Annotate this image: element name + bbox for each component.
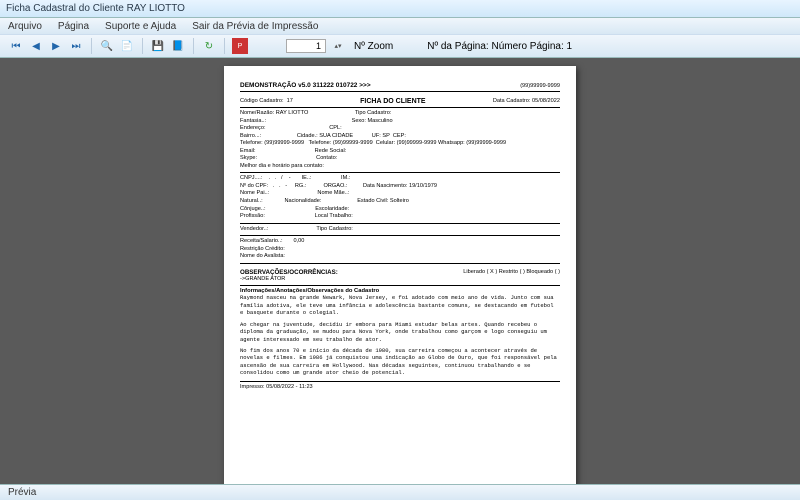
doc-icon[interactable]: 📘 (170, 38, 186, 54)
menu-pagina[interactable]: Página (50, 21, 97, 32)
preview-page: DEMONSTRAÇÃO v5.0 311222 010722 >>> (99)… (224, 66, 576, 484)
refresh-icon[interactable]: ↻ (201, 38, 217, 54)
status-text: Prévia (8, 487, 36, 498)
field-receita: Receita/Salario..: 0,00 (240, 238, 560, 246)
data-cadastro: Data Cadastro: 05/08/2022 (493, 98, 560, 105)
codigo-label: Código Cadastro: (240, 98, 284, 104)
codigo-value: 17 (287, 98, 293, 104)
obs-sub: ->GRANDE ATOR (240, 276, 560, 284)
ficha-title: FICHA DO CLIENTE (360, 98, 425, 105)
separator (91, 38, 92, 54)
obs-flags: Liberado ( X ) Restrito ( ) Bloqueado ( … (463, 269, 560, 276)
field-nome: Nome/Razão: RAY LIOTTO Tipo Cadastro: (240, 110, 560, 118)
print-preview-viewer: DEMONSTRAÇÃO v5.0 311222 010722 >>> (99)… (0, 58, 800, 484)
copy-icon[interactable]: 📄 (119, 38, 135, 54)
zoom-label: Nº Zoom (354, 41, 393, 52)
prev-page-icon[interactable]: ◀ (28, 38, 44, 54)
save-icon[interactable]: 💾 (150, 38, 166, 54)
doc-header-phone: (99)99999-9999 (520, 83, 560, 89)
field-cnpj: CNPJ....: . . / - IE..: IM.: (240, 175, 560, 183)
field-restricao: Restrição Crédito: (240, 246, 560, 254)
obs-title: OBSERVAÇÕES/OCORRÊNCIAS: (240, 269, 338, 276)
menu-sair[interactable]: Sair da Prévia de Impressão (184, 21, 326, 32)
field-fantasia: Fantasia..: Sexo: Masculino (240, 118, 560, 126)
paragraph-1: Raymond nasceu na grande Newark, Nova Je… (240, 294, 560, 316)
menubar: Arquivo Página Suporte e Ajuda Sair da P… (0, 18, 800, 34)
field-bairro: Bairro...: Cidade.: SUA CIDADE UF: SP CE… (240, 133, 560, 141)
field-email: Email: Rede Social: (240, 148, 560, 156)
menu-suporte[interactable]: Suporte e Ajuda (97, 21, 184, 32)
field-profissao: Profissão: Local Trabalho: (240, 213, 560, 221)
field-telefone: Telefone: (99)99999-9999 Telefone: (99)9… (240, 140, 560, 148)
field-pai: Nome Pai..: Nome Mãe..: (240, 190, 560, 198)
search-icon[interactable]: 🔍 (99, 38, 115, 54)
separator (224, 38, 225, 54)
field-vendedor: Vendedor..: Tipo Cadastro: (240, 226, 560, 234)
impresso: Impresso: 05/08/2022 - 11:23 (240, 384, 560, 392)
paragraph-2: Ao chegar na juventude, decidiu ir embor… (240, 321, 560, 343)
separator (193, 38, 194, 54)
first-page-icon[interactable]: ⏮ (8, 38, 24, 54)
doc-header-title: DEMONSTRAÇÃO v5.0 311222 010722 >>> (240, 82, 371, 89)
field-endereco: Endereço: CPL: (240, 125, 560, 133)
statusbar: Prévia (0, 484, 800, 500)
field-avalista: Nome do Avalista: (240, 253, 560, 261)
paragraph-3: No fim dos anos 70 e início da década de… (240, 347, 560, 377)
window-titlebar: Ficha Cadastral do Cliente RAY LIOTTO (0, 0, 800, 18)
field-cpf: Nº do CPF: . . - RG.: ORGAO.: Data Nasci… (240, 183, 560, 191)
page-number-label: Nº da Página: Número Página: 1 (427, 41, 572, 52)
field-natural: Natural..: Nacionalidade: Estado Civil: … (240, 198, 560, 206)
window-title: Ficha Cadastral do Cliente RAY LIOTTO (6, 3, 185, 14)
last-page-icon[interactable]: ⏭ (68, 38, 84, 54)
toolbar: ⏮ ◀ ▶ ⏭ 🔍 📄 💾 📘 ↻ P ▴▾ Nº Zoom Nº da Pág… (0, 34, 800, 58)
next-page-icon[interactable]: ▶ (48, 38, 64, 54)
field-melhor: Melhor dia e horário para contato: (240, 163, 560, 171)
separator (142, 38, 143, 54)
zoom-stepper-icon[interactable]: ▴▾ (330, 38, 346, 54)
field-skype: Skype: Contato: (240, 155, 560, 163)
menu-arquivo[interactable]: Arquivo (0, 21, 50, 32)
field-conjuge: Cônjuge..: Escolaridade: (240, 206, 560, 214)
zoom-input[interactable] (286, 39, 326, 53)
pdf-icon[interactable]: P (232, 38, 248, 54)
